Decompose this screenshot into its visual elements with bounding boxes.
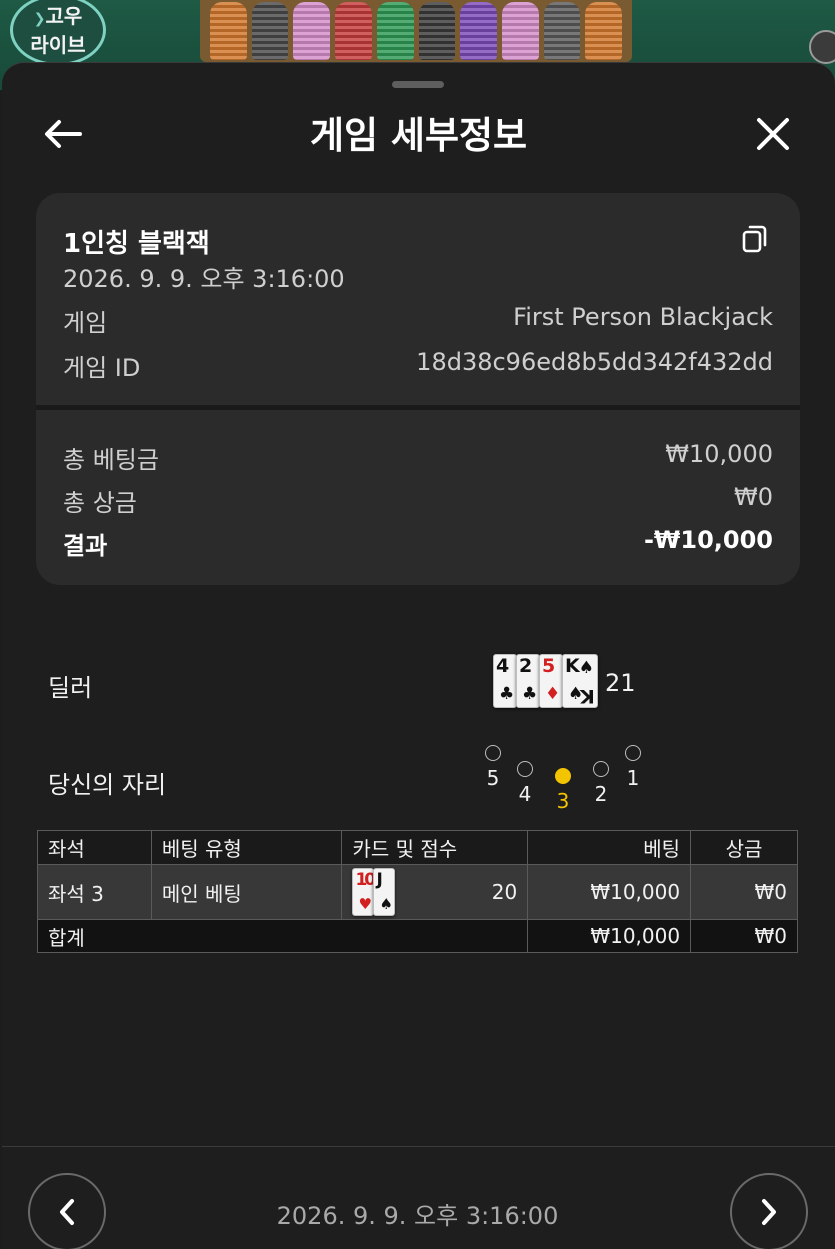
column-header: 상금	[690, 830, 798, 865]
sheet-grabber[interactable]	[392, 81, 444, 88]
chip-stack	[585, 2, 623, 60]
playing-card: J ♠	[373, 868, 396, 916]
page-title: 게임 세부정보	[309, 114, 528, 157]
footer-divider	[2, 1146, 835, 1147]
seat-5[interactable]: 5	[481, 745, 505, 790]
chevron-right-icon	[762, 1199, 776, 1225]
column-header: 좌석	[37, 830, 152, 865]
column-header: 베팅 유형	[150, 830, 343, 865]
total-payout: ₩0	[690, 919, 798, 953]
seat-number: 4	[518, 782, 532, 806]
seat-4[interactable]: 4	[513, 761, 537, 806]
playing-card: 5 ♦	[539, 654, 563, 708]
game-datetime: 2026. 9. 9. 오후 3:16:00	[63, 265, 345, 293]
total-payout-value: ₩0	[734, 483, 773, 511]
seat-dot	[555, 768, 571, 784]
game-id-value: 18d38c96ed8b5dd342f432dd	[416, 348, 773, 376]
game-name-value: First Person Blackjack	[513, 303, 773, 331]
total-row: 합계 ₩10,000 ₩0	[36, 919, 798, 953]
chip-stack	[376, 2, 414, 60]
total-payout-label: 총 상금	[63, 489, 137, 517]
dealer-label: 딜러	[48, 674, 93, 702]
payout-cell: ₩0	[690, 864, 798, 920]
game-id-label: 게임 ID	[63, 354, 141, 382]
column-header: 카드 및 점수	[341, 830, 529, 865]
logo-text-1: 고우	[45, 3, 83, 28]
chip-stack	[501, 2, 539, 60]
seat-number: 2	[594, 782, 608, 806]
game-title: 1인칭 블랙잭	[63, 229, 210, 259]
seat-number: 5	[486, 766, 500, 790]
close-button[interactable]	[750, 111, 796, 157]
table-header-row: 좌석 베팅 유형 카드 및 점수 베팅 상금	[37, 830, 798, 865]
chip-rack	[200, 0, 632, 62]
total-label: 합계	[36, 919, 529, 953]
logo-text-2: 라이브	[30, 32, 86, 57]
seat-3[interactable]: 3	[551, 768, 575, 813]
playing-card: 10 ♥	[352, 868, 376, 916]
total-bet: ₩10,000	[527, 919, 692, 953]
player-cards: 10 ♥ J ♠	[352, 868, 396, 916]
chip-stack	[335, 2, 372, 60]
leaf-icon: ❯	[33, 10, 46, 27]
playing-card: 2 ♣	[516, 654, 540, 708]
seat-1[interactable]: 1	[621, 745, 645, 790]
seat-number: 3	[556, 789, 570, 813]
seat-dot	[625, 745, 641, 761]
bets-table: 좌석 베팅 유형 카드 및 점수 베팅 상금 좌석 3 메인 베팅 10 ♥ J ♠…	[36, 830, 798, 953]
game-summary-card: 1인칭 블랙잭 2026. 9. 9. 오후 3:16:00 게임 First …	[36, 193, 800, 585]
your-seat-label: 당신의 자리	[48, 771, 167, 799]
total-bet-value: ₩10,000	[665, 440, 773, 468]
cards-score-cell: 10 ♥ J ♠ 20	[341, 864, 529, 920]
dealer-cards: 4 ♣ 2 ♣ 5 ♦ K ♠ K ♠	[493, 654, 598, 708]
seat-dot	[593, 761, 609, 777]
hand-score: 20	[491, 880, 518, 904]
card-divider	[36, 405, 800, 410]
chip-stack	[460, 2, 497, 60]
result-value: -₩10,000	[643, 526, 773, 554]
copy-icon	[742, 225, 767, 253]
close-icon	[757, 118, 789, 150]
side-menu-icon[interactable]	[809, 30, 835, 64]
chip-stack	[251, 2, 289, 60]
game-info-section: 1인칭 블랙잭 2026. 9. 9. 오후 3:16:00 게임 First …	[36, 193, 800, 405]
chip-stack	[418, 2, 456, 60]
result-label: 결과	[63, 532, 108, 560]
chip-stack	[210, 2, 247, 60]
chip-stack	[293, 2, 331, 60]
footer-datetime: 2026. 9. 9. 오후 3:16:00	[276, 1202, 559, 1230]
game-details-sheet: 게임 세부정보 1인칭 블랙잭 2026. 9. 9. 오후 3:16:00 게…	[2, 62, 835, 1249]
seat-dot	[485, 745, 501, 761]
chip-stack	[543, 2, 581, 60]
bet-cell: ₩10,000	[527, 864, 692, 920]
seat-number: 1	[626, 766, 640, 790]
dealer-score: 21	[605, 669, 636, 697]
playing-card: K ♠ K ♠	[562, 654, 598, 708]
next-game-button[interactable]	[730, 1173, 808, 1249]
seat-2[interactable]: 2	[589, 761, 613, 806]
seat-dot	[517, 761, 533, 777]
game-name-label: 게임	[63, 309, 108, 337]
column-header: 베팅	[527, 830, 692, 865]
copy-button[interactable]	[740, 223, 772, 255]
total-bet-label: 총 베팅금	[63, 446, 159, 474]
table-row: 좌석 3 메인 베팅 10 ♥ J ♠ 20 ₩10,000 ₩0	[37, 864, 798, 920]
seat-cell: 좌석 3	[37, 864, 152, 920]
playing-card: 4 ♣	[493, 654, 517, 708]
bet-type-cell: 메인 베팅	[150, 864, 343, 920]
